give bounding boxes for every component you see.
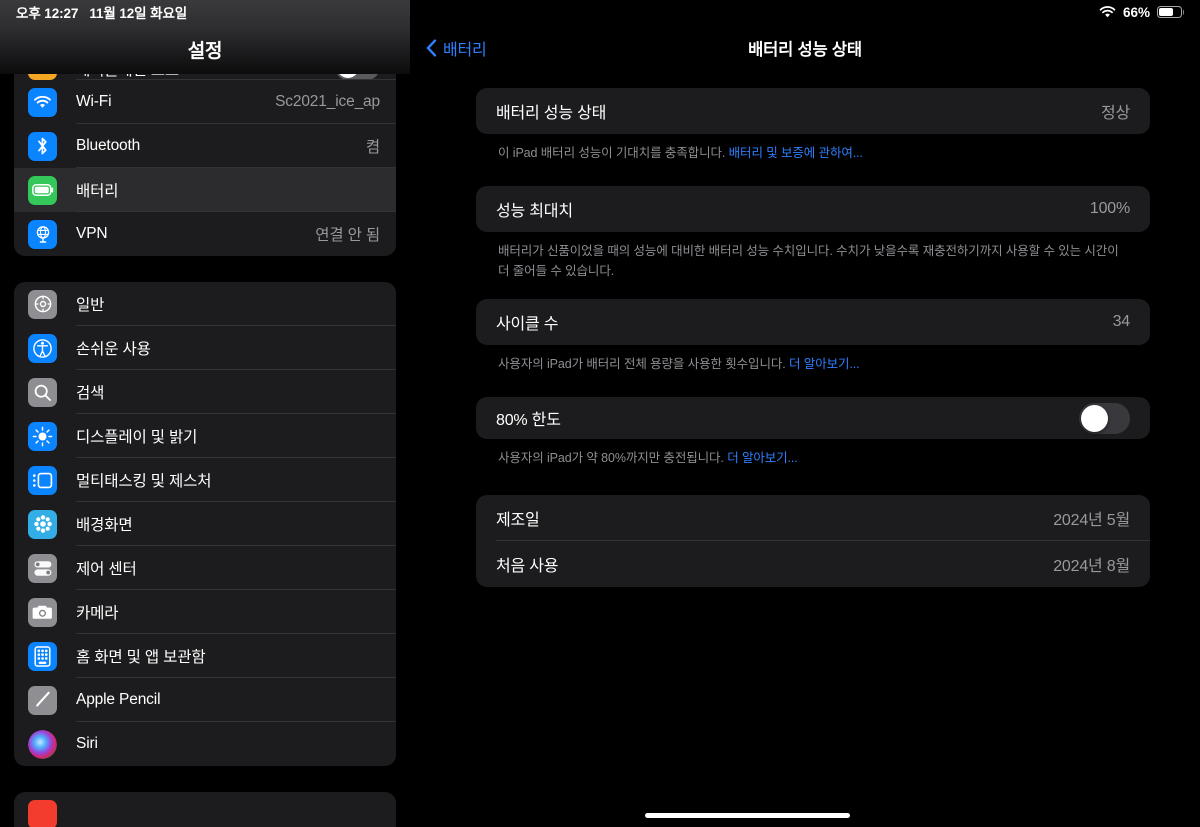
sidebar-item-wallpaper[interactable]: 배경화면 (14, 502, 396, 546)
sidebar-item-accessibility[interactable]: 손쉬운 사용 (14, 326, 396, 370)
detail-nav-bar: 배터리 배터리 성능 상태 (410, 0, 1200, 74)
sidebar-item-display-brightness[interactable]: 디스플레이 및 밝기 (14, 414, 396, 458)
max-capacity-row[interactable]: 성능 최대치 100% (476, 186, 1150, 232)
eighty-percent-limit-row[interactable]: 80% 한도 (476, 397, 1150, 439)
sidebar-item-label: Siri (76, 735, 98, 752)
page-title: 배터리 성능 상태 (748, 41, 862, 59)
sidebar-item-label: 홈 화면 및 앱 보관함 (76, 649, 206, 666)
battery-dates-card: 제조일 2024년 5월 처음 사용 2024년 8월 (476, 494, 1150, 587)
sidebar-item-label: Apple Pencil (76, 691, 161, 708)
battery-health-footnote: 이 iPad 배터리 성능이 기대치를 충족합니다. 배터리 및 보증에 관하여… (476, 134, 1150, 164)
bluetooth-icon (28, 131, 57, 161)
battery-health-row[interactable]: 배터리 성능 상태 정상 (476, 88, 1150, 134)
footnote-text: 사용자의 iPad가 약 80%까지만 충전됩니다. (498, 451, 728, 465)
camera-icon (28, 597, 57, 627)
sidebar-item-label: 배경화면 (76, 517, 133, 534)
cycle-count-card: 사이클 수 34 (476, 299, 1150, 346)
sidebar-item-siri[interactable]: Siri (14, 722, 396, 766)
eighty-percent-learn-more-link[interactable]: 더 알아보기... (727, 451, 798, 465)
sidebar-item-vpn[interactable]: VPN 연결 안 됨 (14, 212, 396, 256)
sidebar-item-label: 멀티태스킹 및 제스처 (76, 473, 212, 490)
sidebar-item-multitasking[interactable]: 멀티태스킹 및 제스처 (14, 458, 396, 502)
eighty-percent-limit-toggle[interactable] (1079, 402, 1130, 434)
battery-icon (28, 175, 57, 205)
settings-sidebar: 에어플레인 모드 Wi-Fi Sc2021_ice_ap (0, 0, 410, 827)
home-screen-icon (28, 641, 57, 671)
accessibility-icon (28, 333, 57, 363)
sidebar-item-value: 연결 안 됨 (315, 227, 380, 244)
sidebar-item-apple-pencil[interactable]: Apple Pencil (14, 678, 396, 722)
wallpaper-icon (28, 509, 57, 539)
search-icon (28, 377, 57, 407)
footnote-text: 이 iPad 배터리 성능이 기대치를 충족합니다. (498, 146, 729, 160)
max-capacity-card: 성능 최대치 100% (476, 185, 1150, 232)
row-label: 성능 최대치 (496, 202, 573, 220)
sidebar-item-control-center[interactable]: 제어 센터 (14, 546, 396, 590)
cycle-count-learn-more-link[interactable]: 더 알아보기... (789, 357, 860, 371)
first-use-date-row: 처음 사용 2024년 8월 (476, 541, 1150, 587)
sidebar-item-value: 켬 (365, 139, 380, 156)
siri-icon (28, 729, 57, 759)
row-label: 80% 한도 (496, 412, 561, 429)
row-value: 2024년 5월 (1053, 511, 1130, 529)
eighty-percent-limit-card: 80% 한도 (476, 397, 1150, 439)
brightness-icon (28, 421, 57, 451)
sidebar-item-label: VPN (76, 225, 108, 242)
sidebar-item-general[interactable]: 일반 (14, 282, 396, 326)
sidebar-item-label: 디스플레이 및 밝기 (76, 429, 198, 446)
row-value: 2024년 8월 (1053, 557, 1130, 575)
sidebar-item-label: 일반 (76, 297, 105, 314)
sidebar-item-home-screen[interactable]: 홈 화면 및 앱 보관함 (14, 634, 396, 678)
home-indicator[interactable] (645, 813, 850, 818)
multitasking-icon (28, 465, 57, 495)
sidebar-item-search[interactable]: 검색 (14, 370, 396, 414)
row-label: 사이클 수 (496, 316, 559, 334)
detail-content: 배터리 성능 상태 정상 이 iPad 배터리 성능이 기대치를 충족합니다. … (410, 74, 1200, 587)
apple-pencil-icon (28, 685, 57, 715)
sidebar-item-camera[interactable]: 카메라 (14, 590, 396, 634)
sidebar-item-label: 카메라 (76, 605, 119, 622)
sidebar-item-bluetooth[interactable]: Bluetooth 켬 (14, 124, 396, 168)
red-app-icon (28, 799, 57, 827)
sidebar-item-battery[interactable]: 배터리 (14, 168, 396, 212)
sidebar-group-apps (14, 792, 396, 827)
vpn-globe-icon (28, 219, 57, 249)
sidebar-item-red-app[interactable] (14, 792, 396, 827)
sidebar-item-label: 제어 센터 (76, 561, 137, 578)
sidebar-item-value: Sc2021_ice_ap (275, 93, 380, 110)
sidebar-group-system: 일반 손쉬운 사용 검색 디스플레이 및 밝기 멀티태스킹 및 제스처 배경화면… (14, 282, 396, 766)
sidebar-item-label: 검색 (76, 385, 105, 402)
battery-health-detail-panel: 배터리 배터리 성능 상태 배터리 성능 상태 정상 이 iPad 배터리 성능… (410, 0, 1200, 827)
row-value: 정상 (1100, 105, 1130, 122)
battery-warranty-link[interactable]: 배터리 및 보증에 관하여... (729, 146, 863, 160)
sidebar-item-label: Wi-Fi (76, 93, 112, 110)
row-label: 처음 사용 (496, 557, 559, 575)
gear-icon (28, 289, 57, 319)
battery-health-card: 배터리 성능 상태 정상 (476, 88, 1150, 134)
footnote-text: 사용자의 iPad가 배터리 전체 용량을 사용한 횟수입니다. (498, 357, 790, 372)
cycle-count-row[interactable]: 사이클 수 34 (476, 299, 1150, 345)
sidebar-item-label: 손쉬운 사용 (76, 341, 151, 358)
wifi-icon (28, 87, 57, 117)
row-label: 배터리 성능 상태 (496, 105, 607, 122)
ipad-settings-screen: 오후 12:27 11월 12일 화요일 66% Wi-Fi Sc2021_ic… (0, 0, 1200, 827)
max-capacity-footnote: 배터리가 신품이었을 때의 성능에 대비한 배터리 성능 수치입니다. 수치가 … (476, 232, 1150, 282)
sidebar-item-wifi[interactable]: Wi-Fi Sc2021_ice_ap (14, 80, 396, 124)
manufacture-date-row: 제조일 2024년 5월 (476, 495, 1150, 541)
row-label: 제조일 (496, 511, 540, 529)
control-center-icon (28, 553, 57, 583)
sidebar-item-label: 배터리 (76, 183, 119, 200)
row-value: 100% (1089, 199, 1130, 217)
footnote-text: 배터리가 신품이었을 때의 성능에 대비한 배터리 성능 수치입니다. 수치가 … (498, 243, 1119, 278)
cycle-count-footnote: 사용자의 iPad가 배터리 전체 용량을 사용한 횟수입니다. 더 알아보기.… (476, 345, 1150, 375)
sidebar-group-connectivity: 에어플레인 모드 Wi-Fi Sc2021_ice_ap (14, 58, 396, 256)
row-value: 34 (1112, 313, 1131, 331)
eighty-percent-limit-footnote: 사용자의 iPad가 약 80%까지만 충전됩니다. 더 알아보기... (476, 439, 1150, 469)
sidebar-title: 설정 (187, 41, 223, 62)
sidebar-item-label: Bluetooth (76, 137, 141, 154)
sidebar-scroll-area[interactable]: 에어플레인 모드 Wi-Fi Sc2021_ice_ap (0, 0, 410, 827)
